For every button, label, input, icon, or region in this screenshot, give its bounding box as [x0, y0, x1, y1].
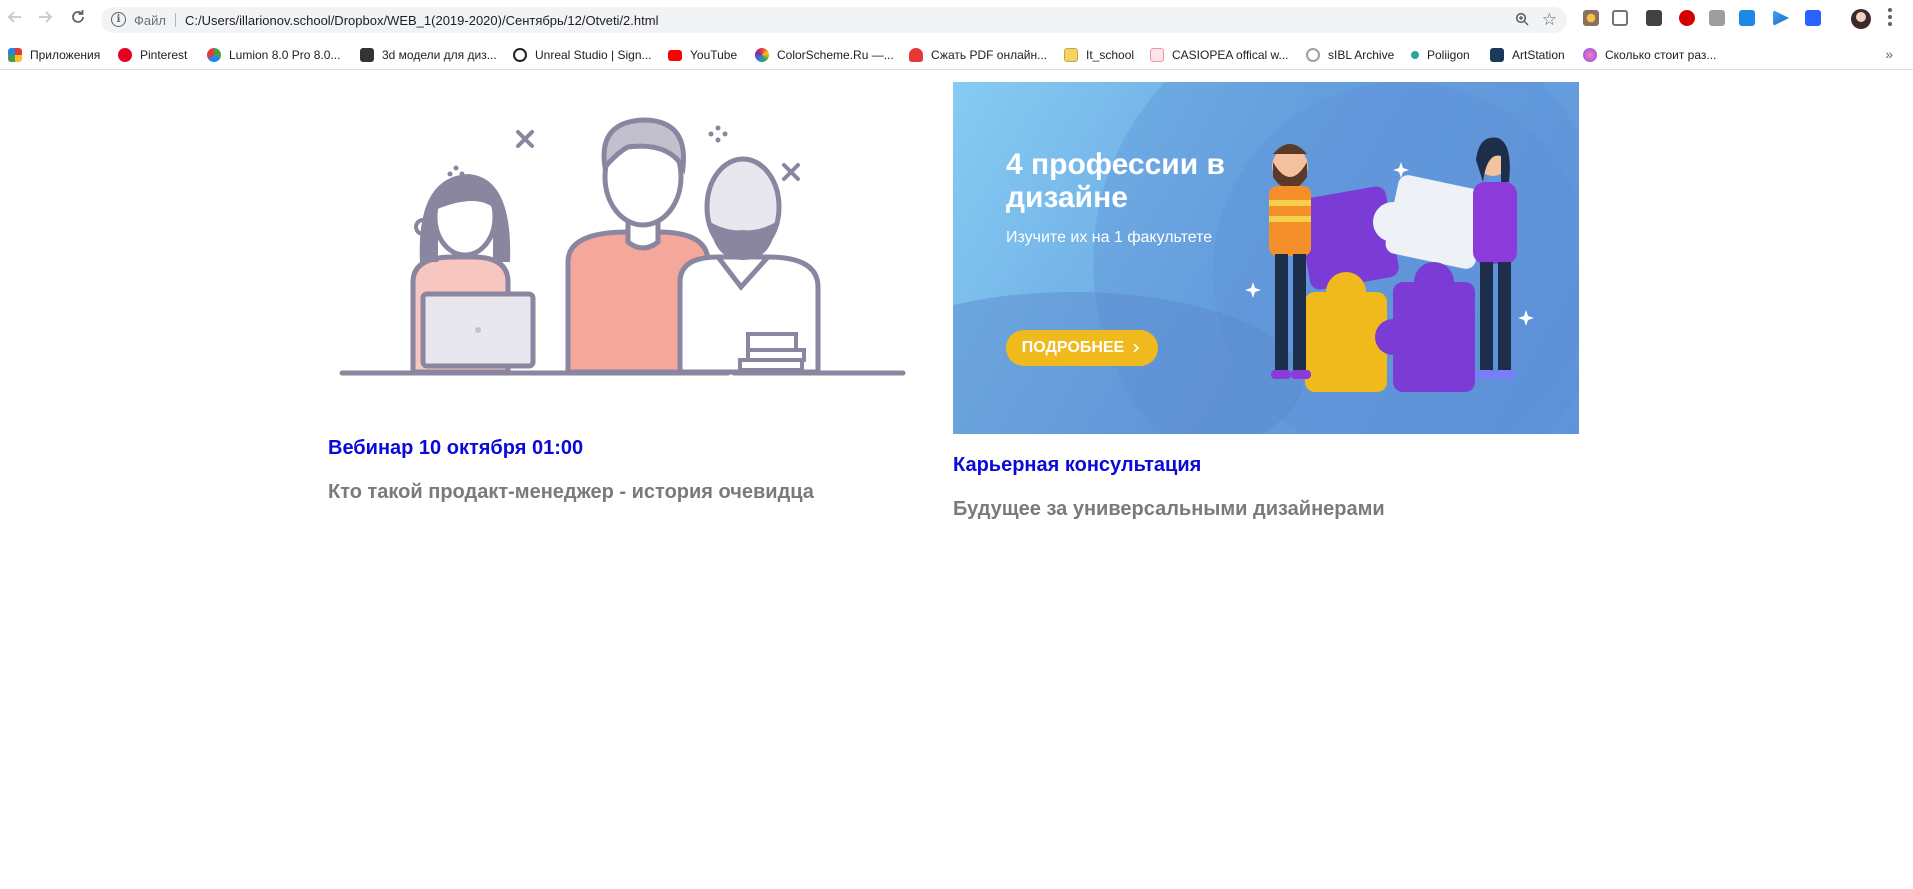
- send-extension-icon[interactable]: [1773, 10, 1789, 26]
- webinar-date-link[interactable]: Вебинар 10 октября 01:00: [328, 437, 913, 460]
- bookmark-label: Lumion 8.0 Pro 8.0...: [229, 48, 341, 62]
- site-globe-icon: [1583, 48, 1597, 62]
- 3ddd-icon: [360, 48, 374, 62]
- bookmark-label: Unreal Studio | Sign...: [535, 48, 652, 62]
- bookmark-label: YouTube: [690, 48, 738, 62]
- url-text[interactable]: C:/Users/illarionov.school/Dropbox/WEB_1…: [185, 13, 658, 28]
- bookmark-colorscheme[interactable]: ColorScheme.Ru —...: [755, 45, 894, 65]
- bookmark-label: Poliigon: [1427, 48, 1470, 62]
- pinterest-icon: [118, 48, 132, 62]
- bookmark-artstation[interactable]: ArtStation: [1490, 45, 1565, 65]
- bookmark-apps[interactable]: Приложения: [8, 45, 100, 65]
- reload-icon: [72, 10, 84, 23]
- youtube-icon: [668, 49, 682, 61]
- webinar-card: Вебинар 10 октября 01:00 Кто такой прода…: [328, 82, 913, 504]
- camera-extension-icon[interactable]: [1612, 10, 1628, 26]
- banner-more-label: ПОДРОБНЕЕ: [1021, 339, 1125, 356]
- profile-avatar[interactable]: [1851, 9, 1871, 29]
- extension-cookie-icon[interactable]: [1583, 10, 1599, 26]
- apps-grid-icon: [8, 48, 22, 62]
- bookmark-poliigon[interactable]: Poliigon: [1408, 45, 1470, 65]
- career-consultation-link[interactable]: Карьерная консультация: [953, 454, 1579, 477]
- banner-more-button[interactable]: ПОДРОБНЕЕ: [1006, 330, 1158, 366]
- team-illustration: [339, 117, 906, 376]
- new-badge-extension-icon[interactable]: [1739, 10, 1755, 26]
- adblock-extension-icon[interactable]: [1679, 10, 1695, 26]
- bookmark-pdf[interactable]: Сжать PDF онлайн...: [909, 45, 1047, 65]
- url-scheme-label: Файл: [134, 13, 166, 28]
- folder-icon: [1064, 48, 1078, 62]
- design-professions-banner[interactable]: 4 профессии в дизайне Изучите их на 1 фа…: [953, 82, 1579, 434]
- reload-button[interactable]: [68, 7, 88, 27]
- pen-extension-icon[interactable]: [1805, 10, 1821, 26]
- bookmark-label: Сжать PDF онлайн...: [931, 48, 1048, 62]
- forward-button[interactable]: [35, 7, 55, 27]
- bookmark-label: 3d модели для диз...: [382, 48, 497, 62]
- consultation-card: 4 профессии в дизайне Изучите их на 1 фа…: [953, 82, 1579, 521]
- arrow-right-icon: [39, 11, 53, 23]
- bookmark-it-school[interactable]: It_school: [1064, 45, 1134, 65]
- address-bar[interactable]: i Файл C:/Users/illarionov.school/Dropbo…: [101, 7, 1567, 33]
- bookmark-label: Сколько стоит раз...: [1605, 48, 1717, 62]
- bookmark-label: Pinterest: [140, 48, 188, 62]
- shield-extension-icon[interactable]: [1646, 10, 1662, 26]
- poliigon-icon: [1411, 51, 1419, 59]
- banner-background: [953, 82, 1579, 434]
- artstation-icon: [1490, 48, 1504, 62]
- banner-heading: 4 профессии в дизайне: [1006, 148, 1225, 214]
- browser-toolbar: i Файл C:/Users/illarionov.school/Dropbo…: [0, 0, 1913, 34]
- bookmark-label: It_school: [1086, 48, 1135, 62]
- info-icon[interactable]: i: [111, 12, 126, 27]
- url-separator: [175, 13, 176, 27]
- pdf-heart-icon: [909, 48, 923, 62]
- sibl-icon: [1306, 48, 1320, 62]
- chevron-right-icon: [1133, 343, 1140, 353]
- bookmark-casiopea[interactable]: CASIOPEA offical w...: [1150, 45, 1289, 65]
- bookmark-pinterest[interactable]: Pinterest: [118, 45, 187, 65]
- arrow-left-icon: [7, 11, 21, 23]
- bookmarks-bar: Приложения Pinterest Lumion 8.0 Pro 8.0.…: [0, 42, 1913, 70]
- bookmark-label: ColorScheme.Ru —...: [777, 48, 894, 62]
- bookmark-3ddd[interactable]: 3d модели для диз...: [360, 45, 497, 65]
- extension-puzzle-icon[interactable]: [1709, 10, 1725, 26]
- colorscheme-icon: [755, 48, 769, 62]
- lumion-icon: [207, 48, 221, 62]
- bookmark-label: Приложения: [30, 48, 101, 62]
- back-button[interactable]: [5, 7, 25, 27]
- webinar-topic: Кто такой продакт-менеджер - история оче…: [328, 481, 814, 503]
- bookmark-lumion[interactable]: Lumion 8.0 Pro 8.0...: [207, 45, 340, 65]
- bookmark-unreal[interactable]: Unreal Studio | Sign...: [513, 45, 652, 65]
- unreal-icon: [513, 48, 527, 62]
- bookmark-skolko[interactable]: Сколько стоит раз...: [1583, 45, 1716, 65]
- banner-text: Изучите их на 1 факультете: [1006, 229, 1213, 246]
- bookmark-star-icon[interactable]: ☆: [1542, 10, 1557, 30]
- consultation-topic: Будущее за универсальными дизайнерами: [953, 498, 1385, 520]
- bookmark-sibl[interactable]: sIBL Archive: [1306, 45, 1394, 65]
- bookmarks-more-button[interactable]: »: [1885, 46, 1893, 62]
- bookmark-label: CASIOPEA offical w...: [1172, 48, 1289, 62]
- bookmark-label: ArtStation: [1512, 48, 1565, 62]
- bookmark-youtube[interactable]: YouTube: [668, 45, 737, 65]
- browser-menu-icon[interactable]: [1888, 8, 1892, 26]
- bookmark-label: sIBL Archive: [1328, 48, 1395, 62]
- casiopea-icon: [1150, 48, 1164, 62]
- zoom-icon[interactable]: [1515, 12, 1529, 29]
